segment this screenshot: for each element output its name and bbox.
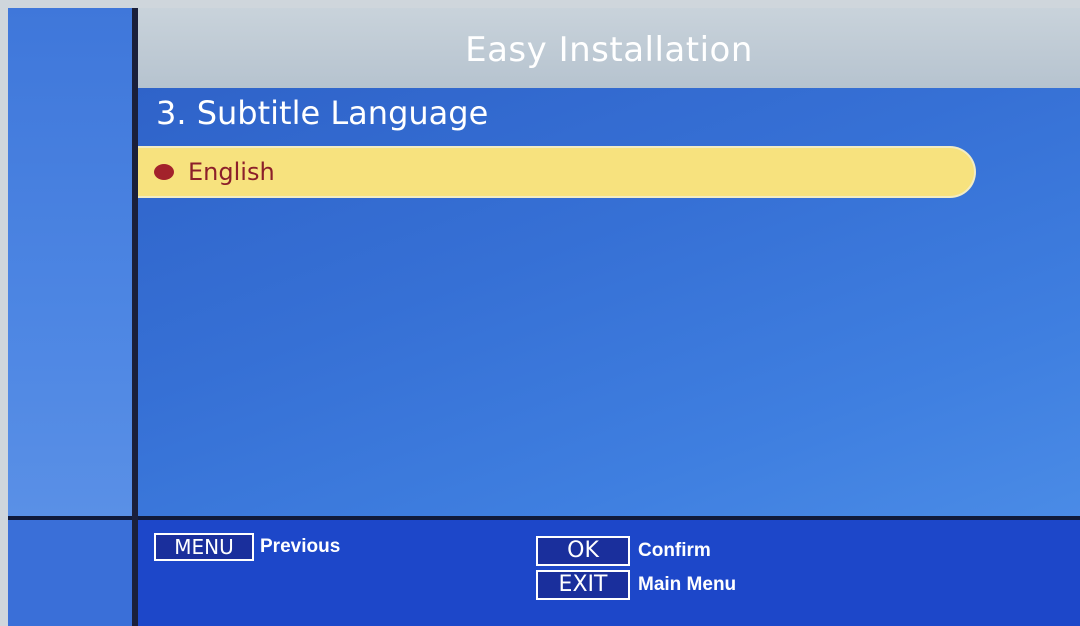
footer-side-panel [8, 520, 132, 626]
left-side-panel [8, 8, 132, 518]
exit-action-label: Main Menu [638, 574, 737, 595]
language-option-label: English [188, 158, 275, 186]
page-title: Easy Installation [465, 30, 753, 70]
tv-screen: Easy Installation 3. Subtitle Language E… [8, 8, 1080, 626]
selection-bullet-icon [154, 164, 174, 180]
exit-key-button[interactable]: EXIT [536, 570, 630, 600]
step-heading: 3. Subtitle Language [156, 94, 489, 132]
side-divider-overlay [132, 8, 138, 626]
menu-key-button[interactable]: MENU [154, 533, 254, 561]
menu-action-label: Previous [260, 536, 341, 557]
ok-action-label: Confirm [638, 540, 711, 561]
ok-key-button[interactable]: OK [536, 536, 630, 566]
language-option-english[interactable]: English [138, 148, 974, 196]
main-content: 3. Subtitle Language English [138, 88, 1080, 516]
title-bar: Easy Installation [138, 8, 1080, 88]
